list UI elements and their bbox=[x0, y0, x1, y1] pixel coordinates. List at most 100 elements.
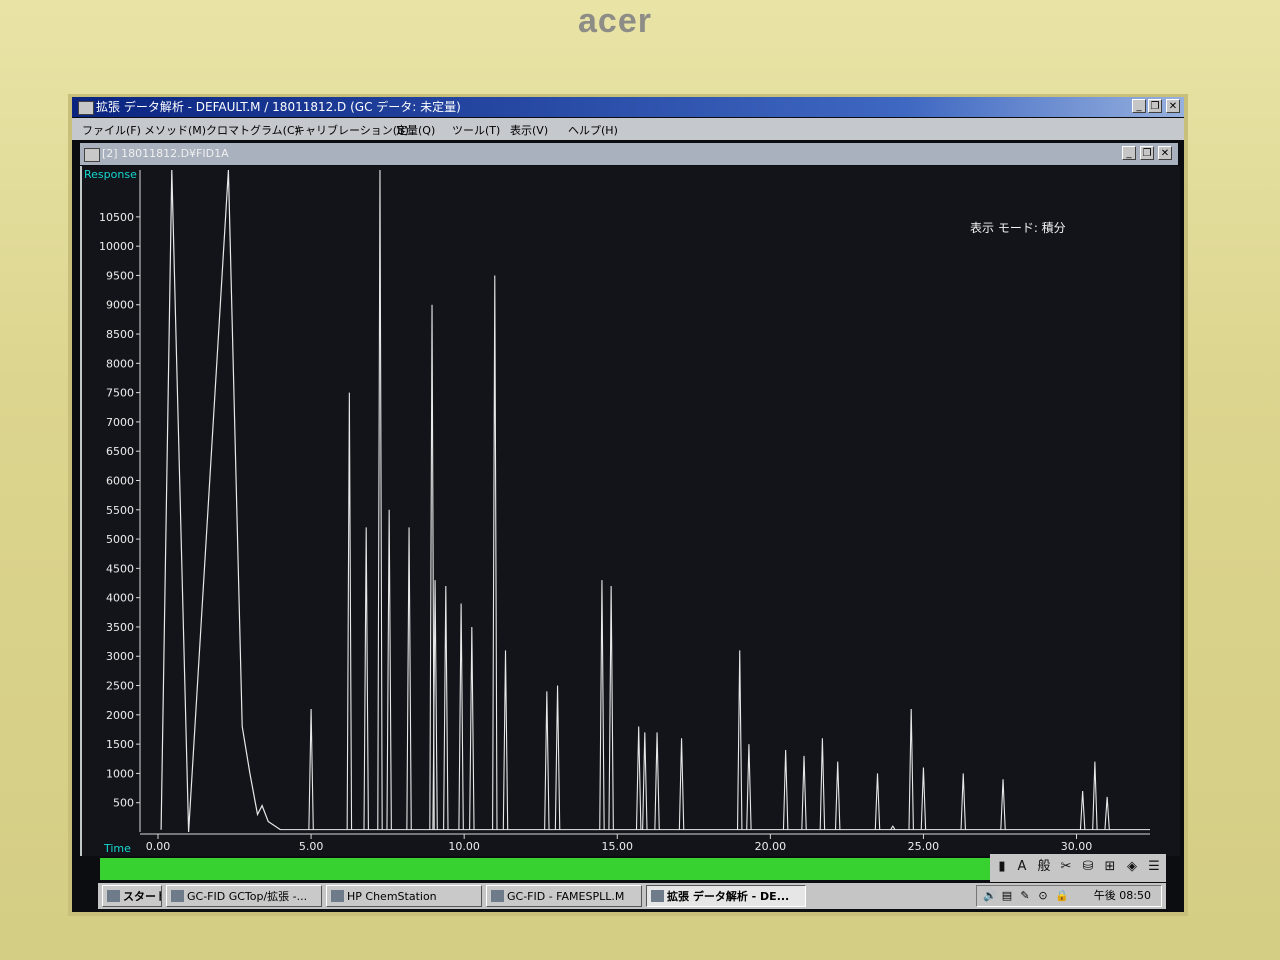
tool-database-icon[interactable]: ⛁ bbox=[1078, 857, 1098, 877]
app-icon bbox=[331, 890, 344, 902]
chromatogram-peak bbox=[544, 691, 550, 830]
y-tick-label: 8500 bbox=[106, 328, 134, 341]
lock-icon[interactable]: 🔒 bbox=[1055, 890, 1069, 902]
x-tick-label: 10.00 bbox=[448, 840, 480, 853]
chromatogram-peak bbox=[960, 773, 966, 830]
y-tick-label: 2000 bbox=[106, 709, 134, 722]
windows-logo-icon bbox=[107, 890, 120, 902]
x-tick-label: 15.00 bbox=[602, 840, 634, 853]
y-tick-label: 10000 bbox=[99, 240, 134, 253]
chromatogram-peak bbox=[1079, 790, 1086, 830]
menu-file[interactable]: ファイル(F) bbox=[82, 122, 141, 138]
tool-cut-icon[interactable]: ✂ bbox=[1056, 857, 1076, 877]
taskbar: スタート GC-FID GCTop/拡張 -... HP ChemStation… bbox=[98, 883, 1166, 909]
tool-general-icon[interactable]: 般 bbox=[1034, 857, 1054, 877]
volume-icon[interactable]: 🔊 bbox=[983, 890, 997, 902]
chromatogram-peak bbox=[386, 509, 392, 830]
chromatogram-peak bbox=[920, 767, 927, 830]
window-title: 拡張 データ解析 - DEFAULT.M / 18011812.D (GC デー… bbox=[96, 100, 461, 114]
chromatogram-peak bbox=[782, 749, 789, 830]
printer-icon[interactable]: ⊙ bbox=[1037, 890, 1049, 902]
y-tick-label: 3500 bbox=[106, 621, 134, 634]
y-tick-label: 5000 bbox=[106, 533, 134, 546]
chromatogram-peak bbox=[654, 732, 660, 830]
y-tick-label: 7000 bbox=[106, 416, 134, 429]
y-tick-label: 9000 bbox=[106, 299, 134, 312]
taskbar-item-chemstation[interactable]: HP ChemStation bbox=[326, 885, 482, 907]
start-button[interactable]: スタート bbox=[102, 885, 162, 907]
tool-grid-icon[interactable]: ⊞ bbox=[1100, 857, 1120, 877]
y-tick-label: 7500 bbox=[106, 387, 134, 400]
tool-list-icon[interactable]: ☰ bbox=[1144, 857, 1164, 877]
app-icon bbox=[651, 890, 664, 902]
child-minimize-button[interactable]: _ bbox=[1122, 146, 1136, 160]
chromatogram-peak bbox=[678, 738, 685, 830]
chromatogram-solvent-trace bbox=[160, 169, 281, 833]
system-tray: 🔊 ▤ ✎ ⊙ 🔒 午後 08:50 bbox=[976, 885, 1162, 907]
x-tick-label: 30.00 bbox=[1061, 840, 1093, 853]
taskbar-item-label: GC-FID - FAMESPLL.M bbox=[507, 890, 625, 903]
y-tick-label: 3000 bbox=[106, 650, 134, 663]
chromatogram-peak bbox=[502, 650, 509, 830]
y-tick-label: 9500 bbox=[106, 269, 134, 282]
chromatogram-peak bbox=[1000, 779, 1006, 830]
y-tick-label: 6500 bbox=[106, 445, 134, 458]
close-button[interactable]: ✕ bbox=[1166, 99, 1180, 113]
chromatogram-peak bbox=[801, 755, 807, 830]
y-tick-label: 2500 bbox=[106, 680, 134, 693]
status-bar bbox=[100, 858, 990, 880]
chromatogram-peak bbox=[746, 744, 752, 830]
taskbar-item-data-analysis[interactable]: 拡張 データ解析 - DE... bbox=[646, 885, 806, 907]
minimize-button[interactable]: _ bbox=[1132, 99, 1146, 113]
chromatogram-peak bbox=[377, 169, 383, 830]
menu-chromatogram[interactable]: クロマトグラム(C) bbox=[206, 122, 299, 138]
menu-quantify[interactable]: 定量(Q) bbox=[396, 122, 435, 138]
y-tick-label: 10500 bbox=[99, 211, 134, 224]
taskbar-item-famespll[interactable]: GC-FID - FAMESPLL.M bbox=[486, 885, 642, 907]
chromatogram-peak bbox=[308, 708, 314, 830]
chromatogram-peak bbox=[834, 761, 841, 830]
chromatogram-peak bbox=[635, 726, 642, 830]
y-axis-label: Response bbox=[84, 168, 137, 181]
y-tick-label: 500 bbox=[113, 797, 134, 810]
main-window-titlebar[interactable]: 拡張 データ解析 - DEFAULT.M / 18011812.D (GC デー… bbox=[72, 97, 1184, 117]
menu-method[interactable]: メソッド(M) bbox=[144, 122, 206, 138]
menubar: ファイル(F) メソッド(M) クロマトグラム(C) キャリブレーション(B) … bbox=[72, 118, 1184, 140]
menu-help[interactable]: ヘルプ(H) bbox=[568, 122, 618, 138]
chromatogram-peak bbox=[890, 825, 896, 830]
menu-tools[interactable]: ツール(T) bbox=[452, 122, 500, 138]
child-close-button[interactable]: ✕ bbox=[1158, 146, 1172, 160]
tool-marker-icon[interactable]: ▮ bbox=[992, 857, 1012, 877]
menu-view[interactable]: 表示(V) bbox=[510, 122, 548, 138]
chromatogram-svg: Response Time 500 1000 1500 2000 2500 3000 3500 4… bbox=[84, 168, 1150, 855]
app-icon bbox=[491, 890, 504, 902]
monitor-brand-logo: acer bbox=[578, 2, 652, 40]
chromatogram-peak bbox=[406, 527, 412, 830]
chromatogram-peak bbox=[908, 708, 914, 830]
x-tick-label: 25.00 bbox=[908, 840, 940, 853]
child-window-titlebar[interactable]: [2] 18011812.D¥FID1A _ ❐ ✕ bbox=[80, 143, 1178, 165]
child-window-title: [2] 18011812.D¥FID1A bbox=[102, 147, 229, 160]
chromatogram-plot[interactable]: Response Time 500 1000 1500 2000 2500 3000 3500 4… bbox=[80, 166, 1180, 856]
y-tick-label: 4500 bbox=[106, 562, 134, 575]
network-icon[interactable]: ▤ bbox=[1001, 890, 1013, 902]
y-tick-label: 4000 bbox=[106, 592, 134, 605]
menu-calibration[interactable]: キャリブレーション(B) bbox=[294, 122, 409, 138]
chromatogram-peak bbox=[1092, 761, 1098, 830]
y-tick-label: 1000 bbox=[106, 767, 134, 780]
chromatogram-peak bbox=[819, 738, 826, 830]
start-label: スタート bbox=[123, 890, 161, 903]
display-mode-label: 表示 モード: 積分 bbox=[970, 220, 1066, 235]
pen-icon[interactable]: ✎ bbox=[1019, 890, 1031, 902]
app-icon bbox=[171, 890, 184, 902]
x-axis-label: Time bbox=[103, 842, 131, 855]
child-restore-button[interactable]: ❐ bbox=[1140, 146, 1154, 160]
taskbar-item-label: GC-FID GCTop/拡張 -... bbox=[187, 890, 308, 903]
chromatogram-peak bbox=[874, 773, 881, 830]
tool-layers-icon[interactable]: ◈ bbox=[1122, 857, 1142, 877]
restore-button[interactable]: ❐ bbox=[1148, 99, 1162, 113]
taskbar-item-label: HP ChemStation bbox=[347, 890, 437, 903]
y-tick-label: 6000 bbox=[106, 474, 134, 487]
tool-annotate-icon[interactable]: A bbox=[1012, 857, 1032, 877]
taskbar-item-gctop[interactable]: GC-FID GCTop/拡張 -... bbox=[166, 885, 322, 907]
